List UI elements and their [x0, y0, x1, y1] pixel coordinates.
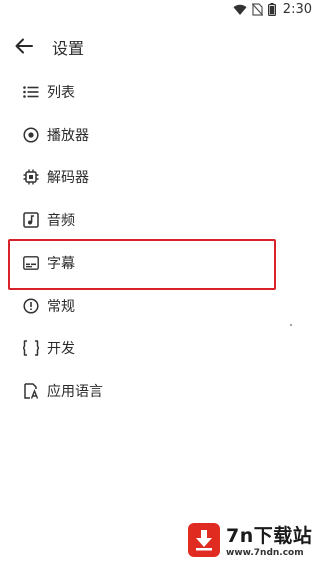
status-time: 2:30	[282, 2, 312, 17]
no-sim-icon	[251, 3, 263, 16]
back-button[interactable]	[10, 32, 38, 60]
menu-item-label: 应用语言	[47, 384, 103, 400]
info-icon	[22, 297, 40, 315]
toolbar: 设置	[0, 26, 320, 66]
developer-icon	[22, 339, 40, 357]
watermark-title: 7n下载站	[226, 525, 313, 547]
decoder-chip-icon	[22, 168, 40, 186]
watermark: 7n下载站 www.7ndn.com	[188, 521, 316, 561]
page-title: 设置	[52, 39, 85, 58]
menu-item-audio[interactable]: 音频	[0, 200, 300, 240]
highlight-box	[8, 239, 276, 290]
app-language-icon	[22, 382, 40, 400]
menu-item-app-language[interactable]: 应用语言	[0, 371, 300, 411]
menu-item-decoder[interactable]: 解码器	[0, 157, 300, 197]
menu-item-label: 解码器	[47, 170, 89, 186]
list-icon	[22, 83, 40, 101]
status-icons: 2:30	[233, 2, 312, 17]
menu-item-label: 播放器	[47, 128, 89, 144]
menu-item-label: 常规	[47, 299, 75, 315]
menu-item-label: 音频	[47, 213, 75, 229]
audio-icon	[22, 211, 40, 229]
battery-icon	[267, 3, 276, 16]
menu-item-developer[interactable]: 开发	[0, 328, 300, 368]
menu-item-player[interactable]: 播放器	[0, 115, 300, 155]
menu-item-list[interactable]: 列表	[0, 72, 300, 112]
status-bar: 2:30	[0, 0, 320, 22]
menu-item-label: 列表	[47, 85, 75, 101]
menu-item-general[interactable]: 常规	[0, 286, 300, 326]
dot-artifact	[290, 324, 292, 326]
wifi-icon	[233, 4, 247, 15]
menu-item-label: 开发	[47, 341, 75, 357]
download-logo-icon	[188, 523, 220, 557]
player-icon	[22, 126, 40, 144]
watermark-url: www.7ndn.com	[226, 548, 304, 558]
arrow-back-icon	[15, 38, 33, 54]
